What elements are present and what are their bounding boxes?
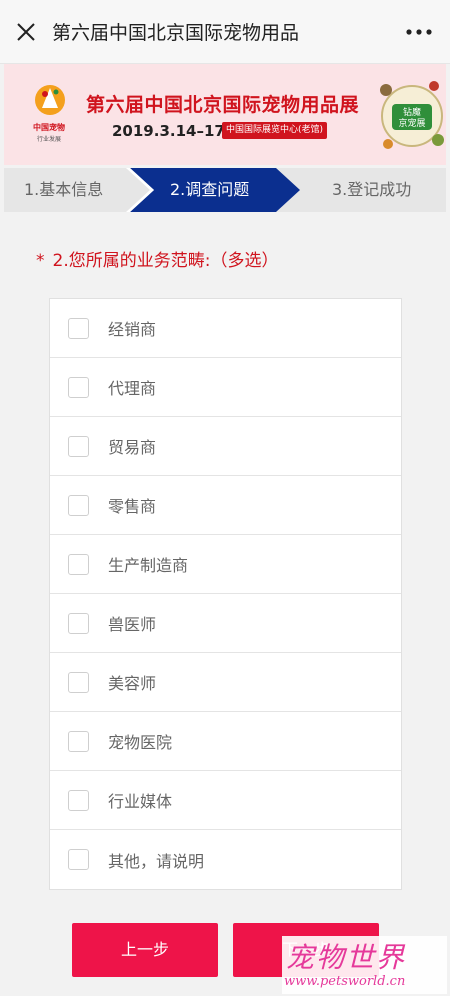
- option-label: 兽医师: [108, 615, 157, 634]
- question-label: * 2.您所属的业务范畴:（多选）: [36, 246, 278, 271]
- checkbox[interactable]: [68, 730, 89, 752]
- option-other[interactable]: 其他，请说明: [50, 830, 401, 889]
- business-scope-options: 经销商 代理商 贸易商 零售商 生产制造商 兽医师 美容师 宠物医院 行业媒体 …: [49, 298, 402, 890]
- banner-title: 第六届中国北京国际宠物用品展: [86, 94, 360, 116]
- option-label: 零售商: [108, 497, 157, 516]
- option-veterinarian[interactable]: 兽医师: [50, 594, 401, 653]
- banner-venue-badge: 中国国际展览中心(老馆): [222, 122, 328, 139]
- option-label: 生产制造商: [108, 556, 189, 575]
- step-registration-done: 3.登记成功: [332, 180, 412, 199]
- page-title: 第六届中国北京国际宠物用品: [52, 22, 300, 44]
- option-label: 宠物医院: [108, 733, 173, 752]
- checkbox[interactable]: [68, 494, 89, 516]
- pets-illustration-icon: 钻魔 京宠展: [380, 81, 444, 149]
- step-indicator: 1.基本信息 2.调查问题 3.登记成功: [4, 168, 446, 212]
- option-label: 代理商: [108, 379, 157, 398]
- option-label: 美容师: [108, 674, 157, 693]
- logo-subtext: 行业发展: [36, 136, 61, 143]
- step-basic-info: 1.基本信息: [24, 180, 104, 199]
- site-watermark: 宠物世界 www.petsworld.cn: [282, 936, 447, 994]
- checkbox[interactable]: [68, 671, 89, 693]
- more-dots-icon: [406, 28, 432, 35]
- option-manufacturer[interactable]: 生产制造商: [50, 535, 401, 594]
- prev-step-button[interactable]: 上一步: [72, 923, 218, 977]
- option-label: 贸易商: [108, 438, 157, 457]
- svg-text:京宠展: 京宠展: [398, 117, 425, 129]
- top-bar: 第六届中国北京国际宠物用品: [0, 0, 450, 64]
- option-pet-hospital[interactable]: 宠物医院: [50, 712, 401, 771]
- option-retailer[interactable]: 零售商: [50, 476, 401, 535]
- option-industry-media[interactable]: 行业媒体: [50, 771, 401, 830]
- step-survey-active: 2.调查问题: [170, 180, 250, 199]
- close-button[interactable]: [0, 0, 52, 64]
- watermark-url: www.petsworld.cn: [284, 974, 406, 989]
- option-trader[interactable]: 贸易商: [50, 417, 401, 476]
- question-text: 2.您所属的业务范畴:（多选）: [52, 251, 279, 271]
- checkbox[interactable]: [68, 789, 89, 811]
- event-banner: 中国宠物 行业发展 第六届中国北京国际宠物用品展 2019.3.14–17 中国…: [4, 64, 446, 165]
- checkbox[interactable]: [68, 317, 89, 339]
- checkbox[interactable]: [68, 435, 89, 457]
- close-icon: [17, 22, 35, 41]
- option-groomer[interactable]: 美容师: [50, 653, 401, 712]
- checkbox[interactable]: [68, 612, 89, 634]
- checkbox[interactable]: [68, 553, 89, 575]
- checkbox[interactable]: [68, 849, 89, 870]
- svg-text:钻魔: 钻魔: [403, 106, 421, 118]
- option-label: 行业媒体: [108, 792, 173, 811]
- banner-date: 2019.3.14–17: [112, 122, 225, 140]
- logo-text: 中国宠物: [33, 123, 65, 132]
- expo-logo-icon: [35, 85, 65, 115]
- more-button[interactable]: [388, 0, 450, 64]
- option-distributor[interactable]: 经销商: [50, 299, 401, 358]
- option-agent[interactable]: 代理商: [50, 358, 401, 417]
- option-label: 其他，请说明: [108, 851, 205, 871]
- option-label: 经销商: [108, 320, 157, 339]
- checkbox[interactable]: [68, 376, 89, 398]
- required-mark: *: [36, 251, 45, 271]
- watermark-title: 宠物世界: [286, 941, 407, 974]
